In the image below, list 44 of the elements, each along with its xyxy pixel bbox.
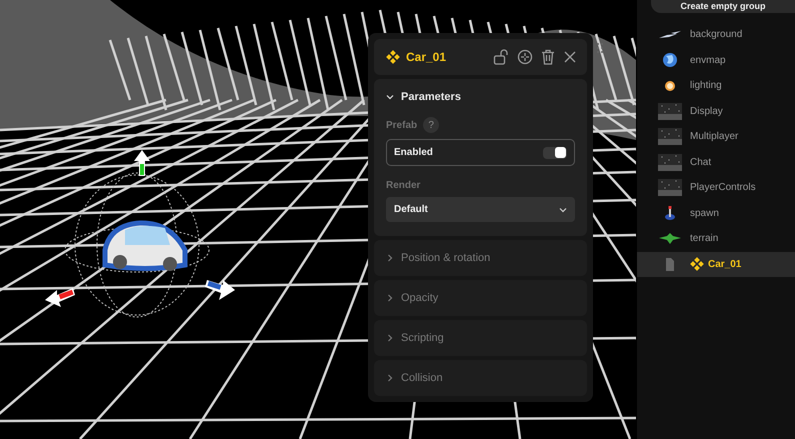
chevron-right-icon [386, 254, 394, 262]
toggle-switch[interactable] [543, 146, 567, 158]
trash-icon[interactable] [541, 49, 555, 65]
pin-icon [665, 206, 675, 220]
section-header[interactable]: Opacity [374, 280, 587, 316]
chevron-right-icon [386, 374, 394, 382]
file-icon [666, 258, 674, 271]
section-header[interactable]: Collision [374, 360, 587, 396]
toggle-field[interactable]: Enabled [386, 139, 575, 166]
render-dropdown[interactable]: Default [386, 197, 575, 222]
thumbnail-icon [658, 102, 682, 120]
tree-item[interactable]: Car_01 [637, 252, 795, 277]
section-header[interactable]: Parameters [374, 79, 587, 115]
object-title: Car_01 [406, 50, 448, 64]
help-badge[interactable]: ? [423, 117, 440, 133]
field-label: Render [386, 180, 420, 191]
tree-item[interactable]: envmap [637, 48, 795, 73]
thumbnail-icon [658, 128, 682, 146]
chevron-down-icon [559, 206, 567, 214]
chevron-right-icon [386, 334, 394, 342]
chevron-down-icon [386, 93, 394, 101]
leaf-icon [659, 233, 681, 244]
create-group-button[interactable]: Create empty group [651, 0, 795, 13]
thumbnail-icon [658, 179, 682, 196]
tree-item[interactable]: terrain [637, 226, 795, 252]
light-icon [665, 80, 675, 91]
field-label: Prefab [386, 120, 418, 130]
chevron-right-icon [386, 294, 394, 302]
close-icon[interactable] [563, 50, 577, 64]
tree-item[interactable]: Multiplayer [637, 124, 795, 150]
planes-icon [659, 30, 681, 39]
thumbnail-icon [658, 154, 682, 171]
tree-item[interactable]: lighting [637, 73, 795, 98]
tree-item[interactable]: Display [637, 98, 795, 124]
lock-icon[interactable] [493, 49, 509, 65]
section-header[interactable]: Position & rotation [374, 240, 587, 276]
tree-item[interactable]: spawn [637, 200, 795, 226]
drag-handle-icon[interactable] [597, 43, 603, 53]
globe-icon [663, 53, 677, 68]
section-header[interactable]: Scripting [374, 320, 587, 356]
tree-item[interactable]: Chat [637, 150, 795, 175]
tree-item[interactable]: PlayerControls [637, 175, 795, 200]
target-icon[interactable] [517, 49, 533, 65]
tree-item[interactable]: background [637, 22, 795, 48]
